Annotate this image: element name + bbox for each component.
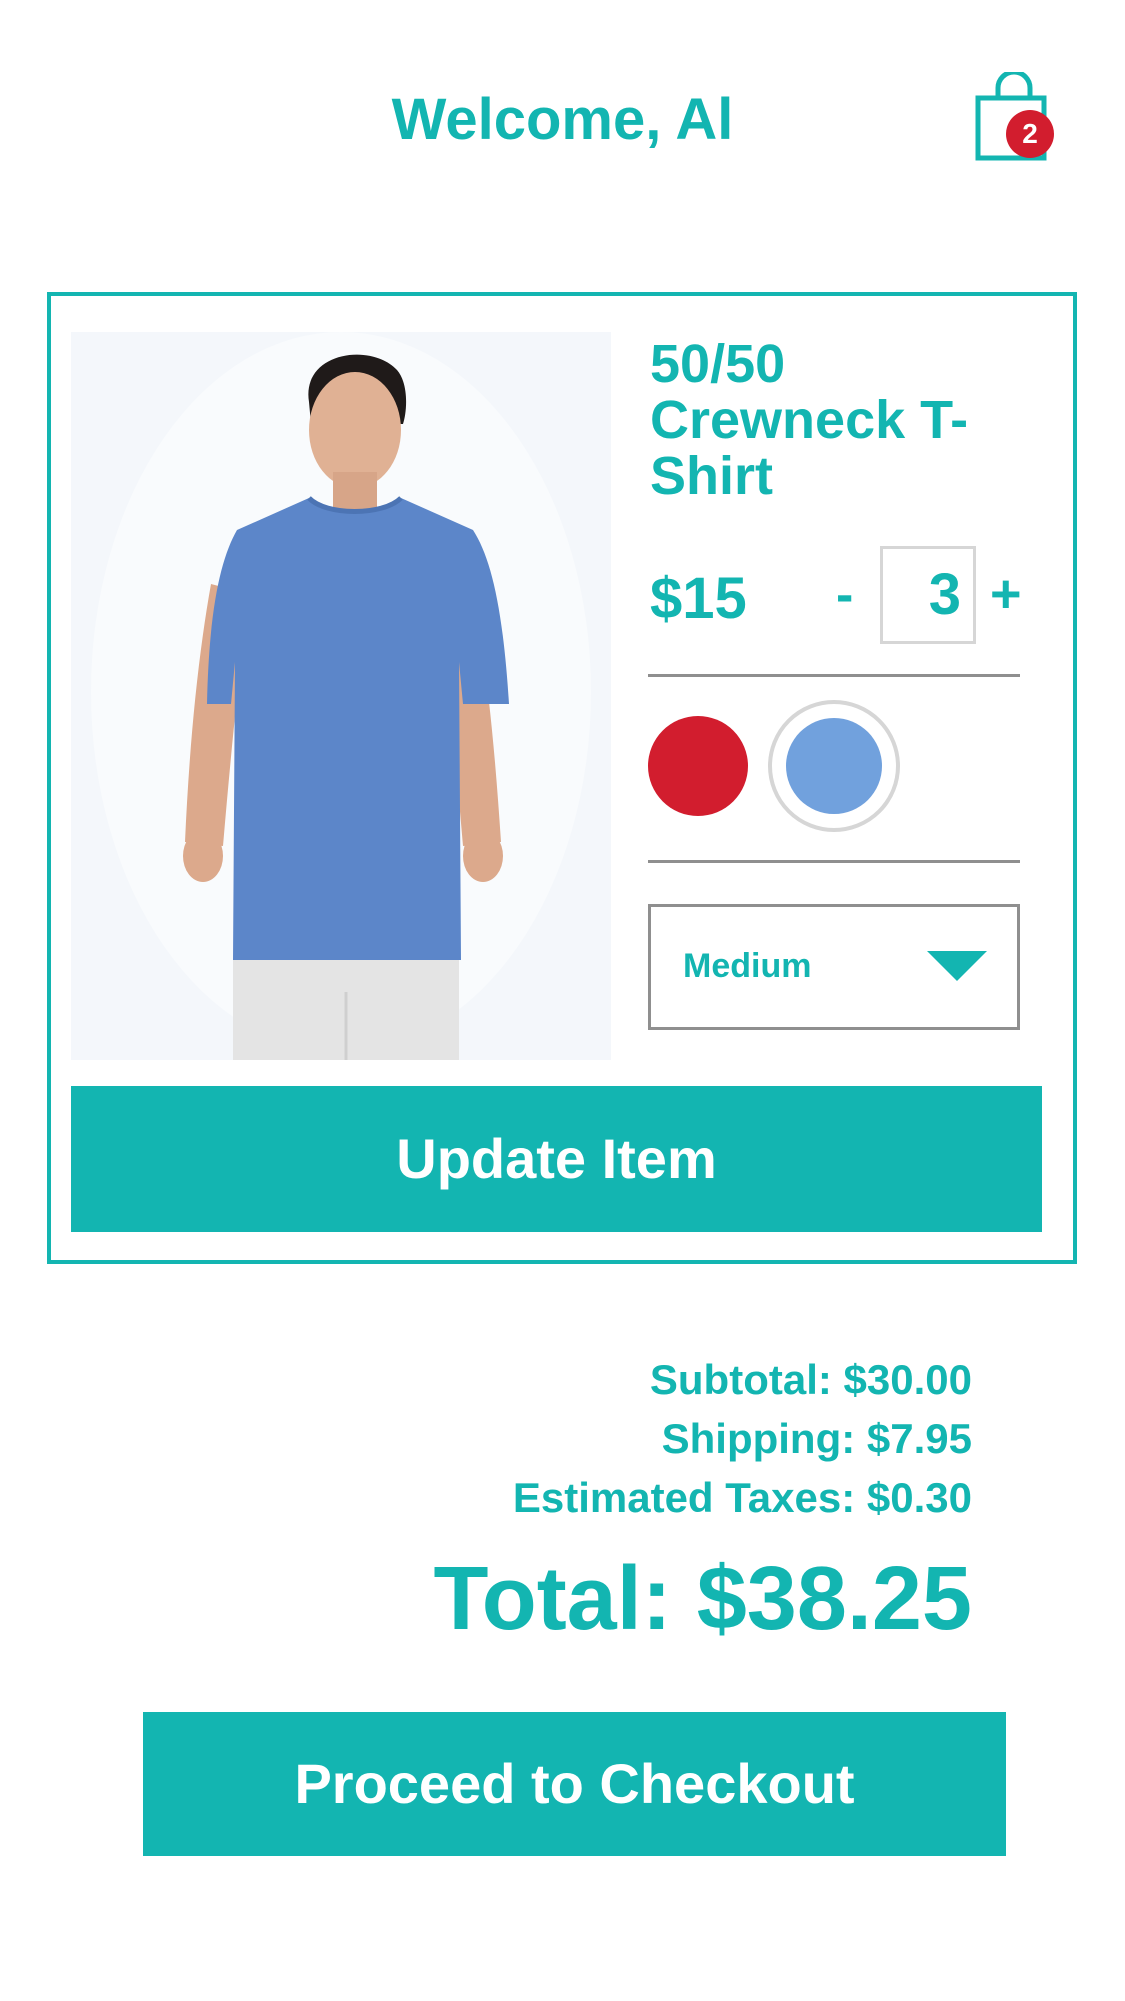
shipping: Shipping: $7.95 [661, 1415, 972, 1462]
quantity-decrease-button[interactable]: - [836, 565, 853, 625]
product-image [71, 332, 611, 1060]
update-item-button[interactable]: Update Item [71, 1086, 1042, 1232]
size-select[interactable]: Medium [648, 904, 1020, 1030]
size-select-value: Medium [683, 947, 812, 985]
chevron-down-icon [927, 951, 987, 981]
cart-count-badge: 2 [1006, 110, 1054, 158]
product-price: $15 [650, 566, 747, 631]
color-swatch-blue-fill [786, 718, 882, 814]
estimated-taxes: Estimated Taxes: $0.30 [512, 1474, 972, 1521]
quantity-input[interactable]: 3 [880, 546, 976, 644]
quantity-increase-button[interactable]: + [990, 563, 1022, 625]
divider [648, 674, 1020, 677]
order-summary: Subtotal: $30.00 Shipping: $7.95 Estimat… [513, 1350, 972, 1527]
subtotal: Subtotal: $30.00 [649, 1356, 972, 1403]
divider [648, 860, 1020, 863]
order-total: Total: $38.25 [433, 1549, 972, 1649]
product-name: 50/50 Crewneck T-Shirt [650, 334, 969, 506]
page-title: Welcome, Al [391, 87, 734, 152]
color-swatch-blue[interactable] [768, 700, 900, 832]
color-swatch-red[interactable] [648, 716, 748, 816]
checkout-button[interactable]: Proceed to Checkout [143, 1712, 1006, 1856]
